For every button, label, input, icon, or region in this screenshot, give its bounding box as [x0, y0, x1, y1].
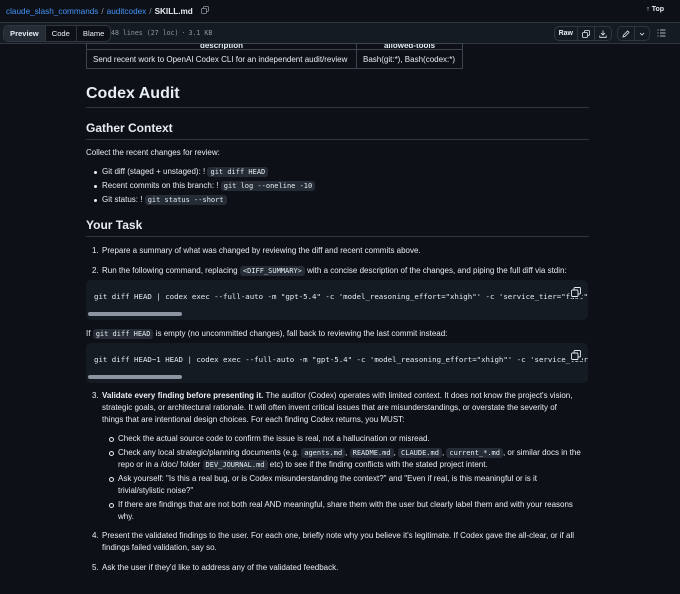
breadcrumb: claude_slash_commands / auditcodex / SKILL.m…: [6, 6, 209, 16]
edit-dropdown-button[interactable]: [634, 27, 649, 40]
copy-icon: [571, 350, 581, 360]
inline-code: README.md: [349, 448, 394, 458]
code-line: git diff HEAD~1 HEAD | codex exec --full…: [94, 355, 588, 364]
scrollbar-thumb[interactable]: [88, 375, 182, 379]
gather-divider: [86, 139, 589, 140]
view-mode-segmented-control: Preview Code Blame: [3, 25, 112, 42]
list-item: Check the actual source code to confirm …: [109, 433, 588, 445]
scrollbar-thumb[interactable]: [88, 312, 182, 316]
inline-code: CLAUDE.md: [398, 448, 442, 458]
download-icon: [599, 30, 607, 38]
inline-code: current_*.md: [446, 448, 503, 458]
step-2: 2. Run the following command, replacing …: [92, 266, 567, 276]
copy-raw-button[interactable]: [577, 27, 594, 40]
file-size: 3.1 KB: [188, 29, 213, 37]
raw-actions-group: Raw: [553, 26, 612, 41]
edit-actions-group: [617, 26, 650, 41]
inline-code: git diff HEAD: [92, 329, 154, 339]
list-item: Check any local strategic/planning docum…: [109, 447, 588, 471]
chevron-down-icon: [639, 32, 645, 36]
frontmatter-description-value: Send recent work to OpenAI Codex CLI for…: [86, 49, 357, 69]
step-3: 3. Validate every finding before present…: [92, 391, 573, 424]
code-line: git diff HEAD | codex exec --full-auto -…: [94, 292, 588, 301]
heading-your-task: Your Task: [86, 218, 143, 232]
task-divider: [86, 236, 589, 237]
breadcrumb-separator: /: [101, 7, 104, 16]
horizontal-scrollbar[interactable]: [88, 375, 584, 379]
tab-blame[interactable]: Blame: [77, 26, 111, 41]
copy-path-icon[interactable]: [201, 6, 209, 14]
list-item: Ask yourself: "Is this a real bug, or is…: [109, 473, 588, 497]
breadcrumb-file-name: SKILL.md: [154, 7, 193, 16]
list-item: Git status: ! git status --short: [93, 193, 315, 207]
step-3-emphasis: Validate every finding before presenting…: [102, 391, 264, 400]
copy-code-button[interactable]: [570, 349, 582, 361]
file-toolbar: Preview Code Blame 48 lines (27 loc) · 3.1…: [0, 22, 680, 44]
gather-intro: Collect the recent changes for review:: [86, 148, 220, 157]
edit-button[interactable]: [618, 27, 634, 40]
markdown-body: description allowed-tools Send recent wo…: [0, 43, 680, 594]
inline-code: agents.md: [301, 448, 346, 458]
outline-button[interactable]: [657, 29, 666, 39]
inline-code: DEV_JOURNAL.md: [202, 460, 268, 470]
frontmatter-table: description allowed-tools Send recent wo…: [86, 43, 463, 69]
file-meta: 48 lines (27 loc) · 3.1 KB: [111, 29, 212, 37]
breadcrumb-folder-link[interactable]: auditcodex: [107, 7, 147, 16]
heading-gather-context: Gather Context: [86, 121, 173, 135]
frontmatter-tools-value: Bash(git:*), Bash(codex:*): [356, 49, 463, 69]
file-header: claude_slash_commands / auditcodex / SKILL.m…: [0, 0, 680, 22]
meta-separator: ·: [181, 29, 186, 37]
line-count: 48 lines (27 loc): [111, 29, 179, 37]
list-item: Git diff (staged + unstaged): ! git diff…: [93, 165, 315, 179]
list-item: If there are findings that are not both …: [109, 499, 588, 523]
breadcrumb-repo-link[interactable]: claude_slash_commands: [6, 7, 98, 16]
list-item: Recent commits on this branch: ! git log…: [93, 179, 316, 193]
inline-code: <DIFF_SUMMARY>: [239, 266, 305, 276]
code-block-diff-head: git diff HEAD | codex exec --full-auto -…: [86, 280, 588, 320]
doc-title: Codex Audit: [86, 85, 180, 102]
gather-list: Git diff (staged + unstaged): ! git diff…: [93, 165, 316, 207]
download-button[interactable]: [594, 27, 611, 40]
step-1: 1. Prepare a summary of what was changed…: [92, 246, 421, 255]
list-icon: [657, 29, 666, 36]
breadcrumb-separator: /: [149, 7, 152, 16]
inline-code: git diff HEAD: [207, 167, 269, 177]
copy-code-button[interactable]: [570, 286, 582, 298]
title-divider: [86, 107, 589, 108]
inline-code: git status --short: [144, 195, 227, 205]
top-link-label: Top: [651, 6, 664, 13]
copy-icon: [571, 287, 581, 297]
validation-checklist: Check the actual source code to confirm …: [109, 433, 588, 525]
code-block-diff-last-commit: git diff HEAD~1 HEAD | codex exec --full…: [86, 343, 588, 383]
step-4: 4. Present the validated findings to the…: [92, 531, 575, 552]
fallback-note: If git diff HEAD is empty (no uncommitte…: [86, 329, 448, 339]
step-5: 5. Ask the user if they'd like to addres…: [92, 563, 339, 572]
arrow-up-icon: ↑: [646, 6, 650, 13]
tab-code[interactable]: Code: [46, 26, 77, 41]
top-link[interactable]: ↑ Top: [646, 6, 664, 13]
pencil-icon: [622, 29, 630, 38]
raw-button[interactable]: Raw: [555, 27, 577, 40]
file-actions: Raw: [549, 26, 666, 41]
copy-icon: [582, 29, 590, 38]
inline-code: git log --oneline -10: [220, 181, 316, 191]
frontmatter-row: Send recent work to OpenAI Codex CLI for…: [86, 49, 463, 69]
horizontal-scrollbar[interactable]: [88, 312, 584, 316]
tab-preview[interactable]: Preview: [4, 26, 46, 41]
